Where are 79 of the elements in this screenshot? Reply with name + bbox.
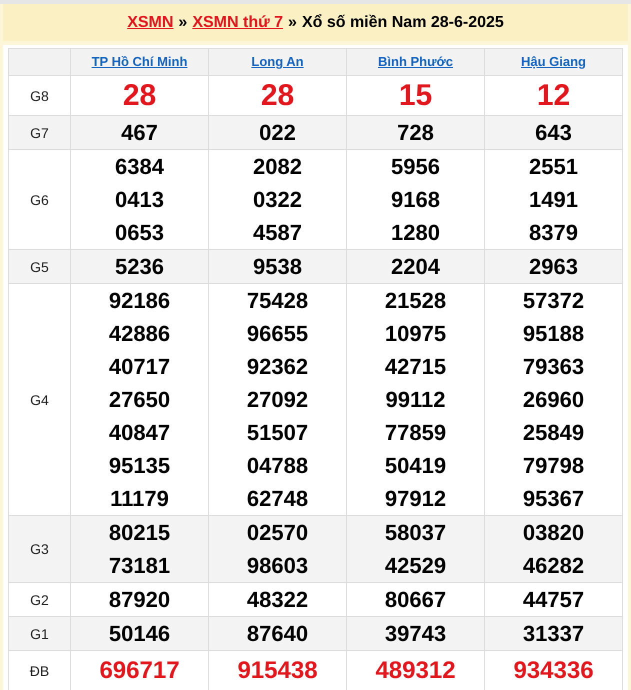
winning-number: 51507: [246, 419, 310, 447]
winning-number: 467: [120, 119, 159, 147]
breadcrumb-link[interactable]: XSMN thứ 7: [192, 14, 284, 32]
winning-number: 27650: [108, 386, 172, 414]
winning-number: 80667: [384, 586, 448, 614]
winning-number: 0322: [252, 186, 303, 214]
winning-number: 46282: [522, 552, 586, 580]
prize-label: G4: [8, 284, 70, 516]
winning-number: 26960: [522, 386, 586, 414]
winning-number: 42886: [108, 320, 172, 348]
winning-number: 1280: [390, 219, 441, 247]
winning-number: 6384: [114, 153, 165, 181]
winning-number: 77859: [384, 419, 448, 447]
winning-number: 95188: [522, 320, 586, 348]
winning-number: 40717: [108, 353, 172, 381]
winning-number: 1491: [528, 186, 579, 214]
winning-number: 9168: [390, 186, 441, 214]
winning-number: 27092: [246, 386, 310, 414]
winning-number: 48322: [246, 586, 310, 614]
winning-number: 9538: [252, 253, 303, 281]
winning-number: 696717: [98, 656, 181, 686]
winning-number: 87920: [108, 586, 172, 614]
winning-number: 04788: [246, 452, 310, 480]
winning-number: 934336: [512, 656, 595, 686]
winning-number: 2204: [390, 253, 441, 281]
winning-number: 915438: [236, 656, 319, 686]
winning-number: 44757: [522, 586, 586, 614]
winning-number: 022: [258, 119, 297, 147]
winning-number: 02570: [246, 519, 310, 547]
winning-number: 11179: [109, 485, 170, 513]
winning-number: 10975: [384, 320, 448, 348]
winning-number: 50146: [108, 620, 172, 648]
winning-number: 75428: [246, 287, 310, 315]
winning-number: 58037: [384, 519, 448, 547]
prize-label: ĐB: [8, 650, 70, 690]
winning-number: 28: [122, 78, 158, 114]
page-title: Xổ số miền Nam 28-6-2025: [302, 14, 504, 32]
winning-number: 4587: [252, 219, 303, 247]
winning-number: 99112: [384, 386, 446, 414]
winning-number: 15: [398, 78, 434, 114]
winning-number: 95135: [108, 452, 172, 480]
winning-number: 98603: [246, 552, 310, 580]
winning-number: 42529: [384, 552, 448, 580]
winning-number: 28: [260, 78, 296, 114]
winning-number: 87640: [246, 620, 310, 648]
winning-number: 03820: [522, 519, 586, 547]
winning-number: 40847: [108, 419, 172, 447]
winning-number: 5236: [114, 253, 165, 281]
breadcrumb-separator: »: [288, 14, 297, 32]
winning-number: 489312: [374, 656, 457, 686]
winning-number: 25849: [522, 419, 586, 447]
winning-number: 95367: [522, 485, 586, 513]
winning-number: 728: [396, 119, 435, 147]
winning-number: 80215: [108, 519, 172, 547]
winning-number: 42715: [384, 353, 448, 381]
winning-number: 31337: [522, 620, 586, 648]
winning-number: 92186: [108, 287, 172, 315]
winning-number: 643: [534, 119, 573, 147]
winning-number: 96655: [246, 320, 310, 348]
winning-number: 21528: [384, 287, 448, 315]
winning-number: 8379: [528, 219, 579, 247]
winning-number: 12: [536, 78, 572, 114]
winning-number: 62748: [246, 485, 310, 513]
winning-number: 50419: [384, 452, 448, 480]
winning-number: 97912: [384, 485, 448, 513]
breadcrumb-link[interactable]: XSMN: [127, 14, 174, 32]
winning-number: 2551: [528, 153, 579, 181]
winning-number: 2082: [252, 153, 303, 181]
winning-number: 79798: [522, 452, 586, 480]
winning-number: 92362: [246, 353, 310, 381]
winning-number: 73181: [108, 552, 172, 580]
winning-number: 79363: [522, 353, 586, 381]
winning-number: 2963: [528, 253, 579, 281]
breadcrumb-separator: »: [178, 14, 188, 32]
winning-number: 57372: [522, 287, 586, 315]
winning-number: 0413: [114, 186, 165, 214]
winning-number: 5956: [390, 153, 441, 181]
winning-number: 0653: [114, 219, 165, 247]
winning-number: 39743: [384, 620, 448, 648]
